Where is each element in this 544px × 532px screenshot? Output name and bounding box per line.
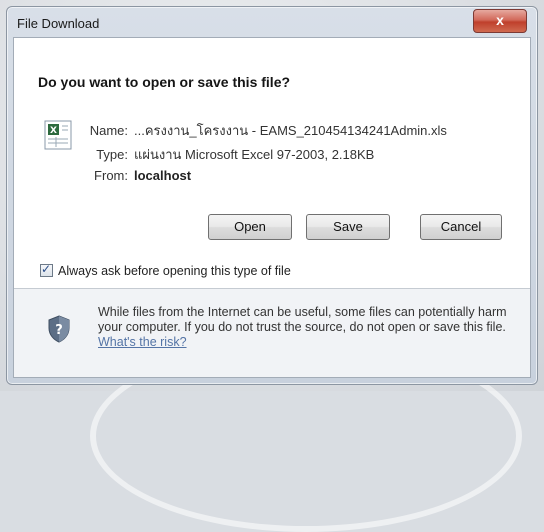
dialog-question: Do you want to open or save this file? — [38, 74, 291, 90]
security-warning-pane: ? While files from the Internet can be u… — [14, 289, 530, 377]
title-bar[interactable]: File Download x — [7, 7, 537, 37]
save-button[interactable]: Save — [306, 214, 390, 240]
svg-text:?: ? — [55, 323, 63, 338]
always-ask-option[interactable]: ✓ Always ask before opening this type of … — [40, 262, 291, 278]
close-button[interactable]: x — [473, 9, 527, 33]
cancel-button[interactable]: Cancel — [420, 214, 502, 240]
svg-text:X: X — [50, 126, 57, 136]
from-row: From: localhost — [72, 168, 191, 183]
from-label: From: — [94, 168, 128, 183]
file-source-value: localhost — [134, 168, 192, 183]
type-row: Type: แผ่นงาน Microsoft Excel 97-2003, 2.… — [72, 144, 374, 165]
always-ask-label: Always ask before opening this type of f… — [58, 264, 291, 278]
excel-file-icon: X — [44, 120, 72, 150]
name-label: Name: — [89, 123, 128, 138]
warning-message: While files from the Internet can be use… — [98, 305, 507, 334]
dialog-client-area: Do you want to open or save this file? X… — [13, 37, 531, 378]
file-download-window: File Download x Do you want to open or s… — [6, 6, 538, 385]
name-row: Name: ...ครงงาน_โครงงาน - EAMS_2104541342… — [72, 120, 447, 141]
file-name-value: ...ครงงาน_โครงงาน - EAMS_210454134241Adm… — [134, 123, 447, 138]
file-type-value: แผ่นงาน Microsoft Excel 97-2003, 2.18KB — [134, 147, 375, 162]
whats-the-risk-link[interactable]: What's the risk? — [98, 335, 187, 349]
window-title: File Download — [17, 16, 100, 31]
checkmark-icon: ✓ — [41, 262, 52, 276]
shield-question-icon: ? — [48, 315, 70, 343]
open-button[interactable]: Open — [208, 214, 292, 240]
security-warning-text: While files from the Internet can be use… — [98, 305, 518, 350]
always-ask-checkbox[interactable]: ✓ — [40, 262, 53, 277]
type-label: Type: — [96, 147, 128, 162]
